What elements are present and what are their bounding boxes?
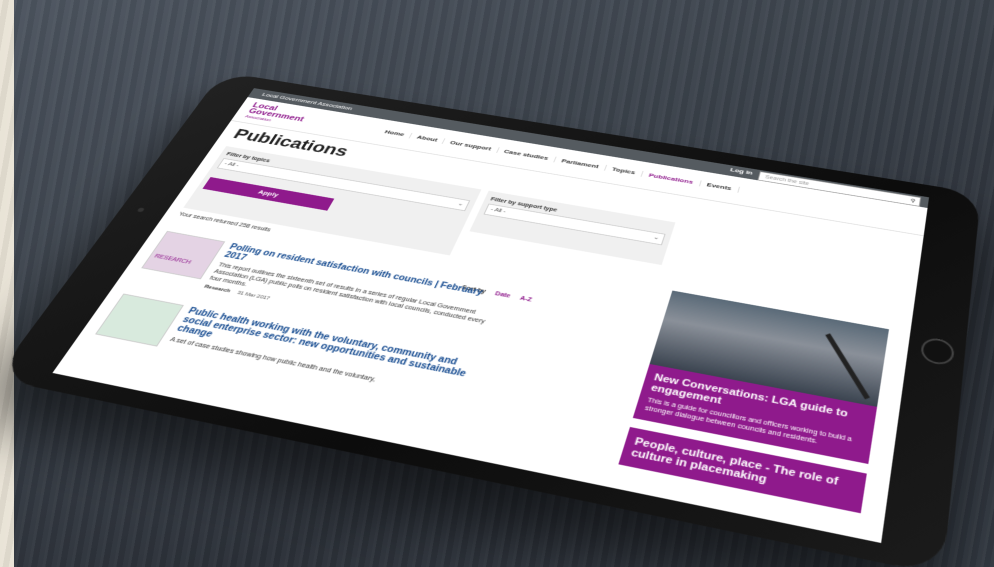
sort-az-link[interactable]: A-Z: [519, 296, 533, 303]
nav-our-support[interactable]: Our support: [442, 138, 500, 153]
support-select-value: - All -: [489, 207, 507, 215]
nav-publications[interactable]: Publications: [641, 171, 702, 187]
search-icon[interactable]: ⚲: [910, 196, 916, 206]
tablet-device: Local Government Association Local Gover…: [0, 71, 981, 567]
nav-about[interactable]: About: [409, 133, 446, 144]
photo-stage: Local Government Association Local Gover…: [0, 0, 994, 567]
support-filter: Filter by support type - All - ⌄: [469, 190, 676, 266]
topics-filter: Filter by topics - All - ⌄ Apply: [183, 146, 482, 256]
thumbnail-text: RESEARCH: [152, 253, 193, 266]
lga-logo[interactable]: Local Government Association: [243, 102, 309, 128]
topics-select-value: - All -: [223, 161, 241, 169]
nav-topics[interactable]: Topics: [604, 165, 644, 177]
chevron-down-icon: ⌄: [652, 234, 660, 241]
publication-type: Research: [202, 284, 232, 294]
home-button[interactable]: [919, 336, 956, 367]
nav-case-studies[interactable]: Case studies: [496, 147, 557, 163]
camera-icon: [136, 207, 145, 213]
nav-events[interactable]: Events: [699, 180, 740, 193]
nav-home[interactable]: Home: [377, 127, 413, 139]
chevron-down-icon: ⌄: [456, 201, 465, 207]
search-input[interactable]: Search the site ⚲: [757, 171, 922, 207]
nav-parliament[interactable]: Parliament: [554, 156, 607, 171]
tablet-screen: Local Government Association Local Gover…: [52, 88, 930, 544]
microphone-icon: [825, 333, 870, 400]
